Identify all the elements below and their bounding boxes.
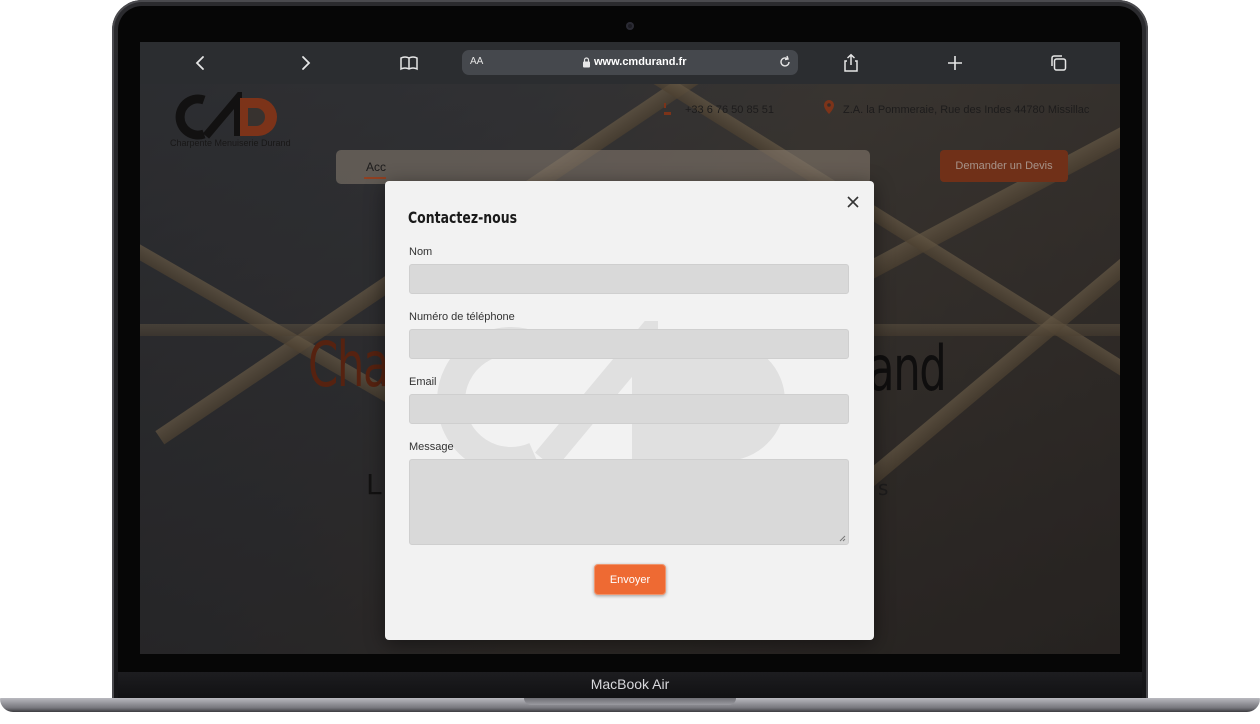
- message-textarea[interactable]: [409, 459, 849, 545]
- name-label: Nom: [409, 246, 433, 258]
- forward-icon[interactable]: [294, 53, 316, 73]
- address-bar[interactable]: AA www.cmdurand.fr: [462, 50, 798, 75]
- send-button[interactable]: Envoyer: [594, 564, 666, 595]
- back-icon[interactable]: [190, 53, 212, 73]
- email-label: Email: [409, 376, 437, 388]
- phone-label: Numéro de téléphone: [409, 311, 515, 323]
- bookmarks-icon[interactable]: [398, 53, 420, 73]
- reader-aa-button[interactable]: AA: [470, 56, 483, 67]
- url-text: www.cmdurand.fr: [594, 56, 687, 68]
- name-input[interactable]: [409, 264, 849, 294]
- share-icon[interactable]: [840, 53, 862, 73]
- browser-toolbar: AA www.cmdurand.fr: [140, 42, 1120, 85]
- modal-title: Contactez-nous: [408, 208, 518, 227]
- laptop-notch: [524, 698, 736, 705]
- website: Charpente Menuiserie Durand +33 6 76 50 …: [140, 84, 1120, 654]
- screen: AA www.cmdurand.fr Charpente Menuiserie …: [140, 42, 1120, 654]
- contact-modal: Contactez-nous Nom Numéro de téléphone E…: [385, 181, 874, 640]
- reload-icon[interactable]: [778, 55, 792, 69]
- phone-input[interactable]: [409, 329, 849, 359]
- lock-icon: [583, 57, 590, 68]
- message-label: Message: [409, 441, 454, 453]
- close-icon[interactable]: [846, 195, 860, 209]
- camera-icon: [626, 22, 634, 30]
- resize-handle-icon[interactable]: [839, 535, 846, 542]
- tabs-icon[interactable]: [1048, 53, 1070, 73]
- device-label: MacBook Air: [590, 676, 670, 692]
- new-tab-icon[interactable]: [944, 53, 966, 73]
- email-input[interactable]: [409, 394, 849, 424]
